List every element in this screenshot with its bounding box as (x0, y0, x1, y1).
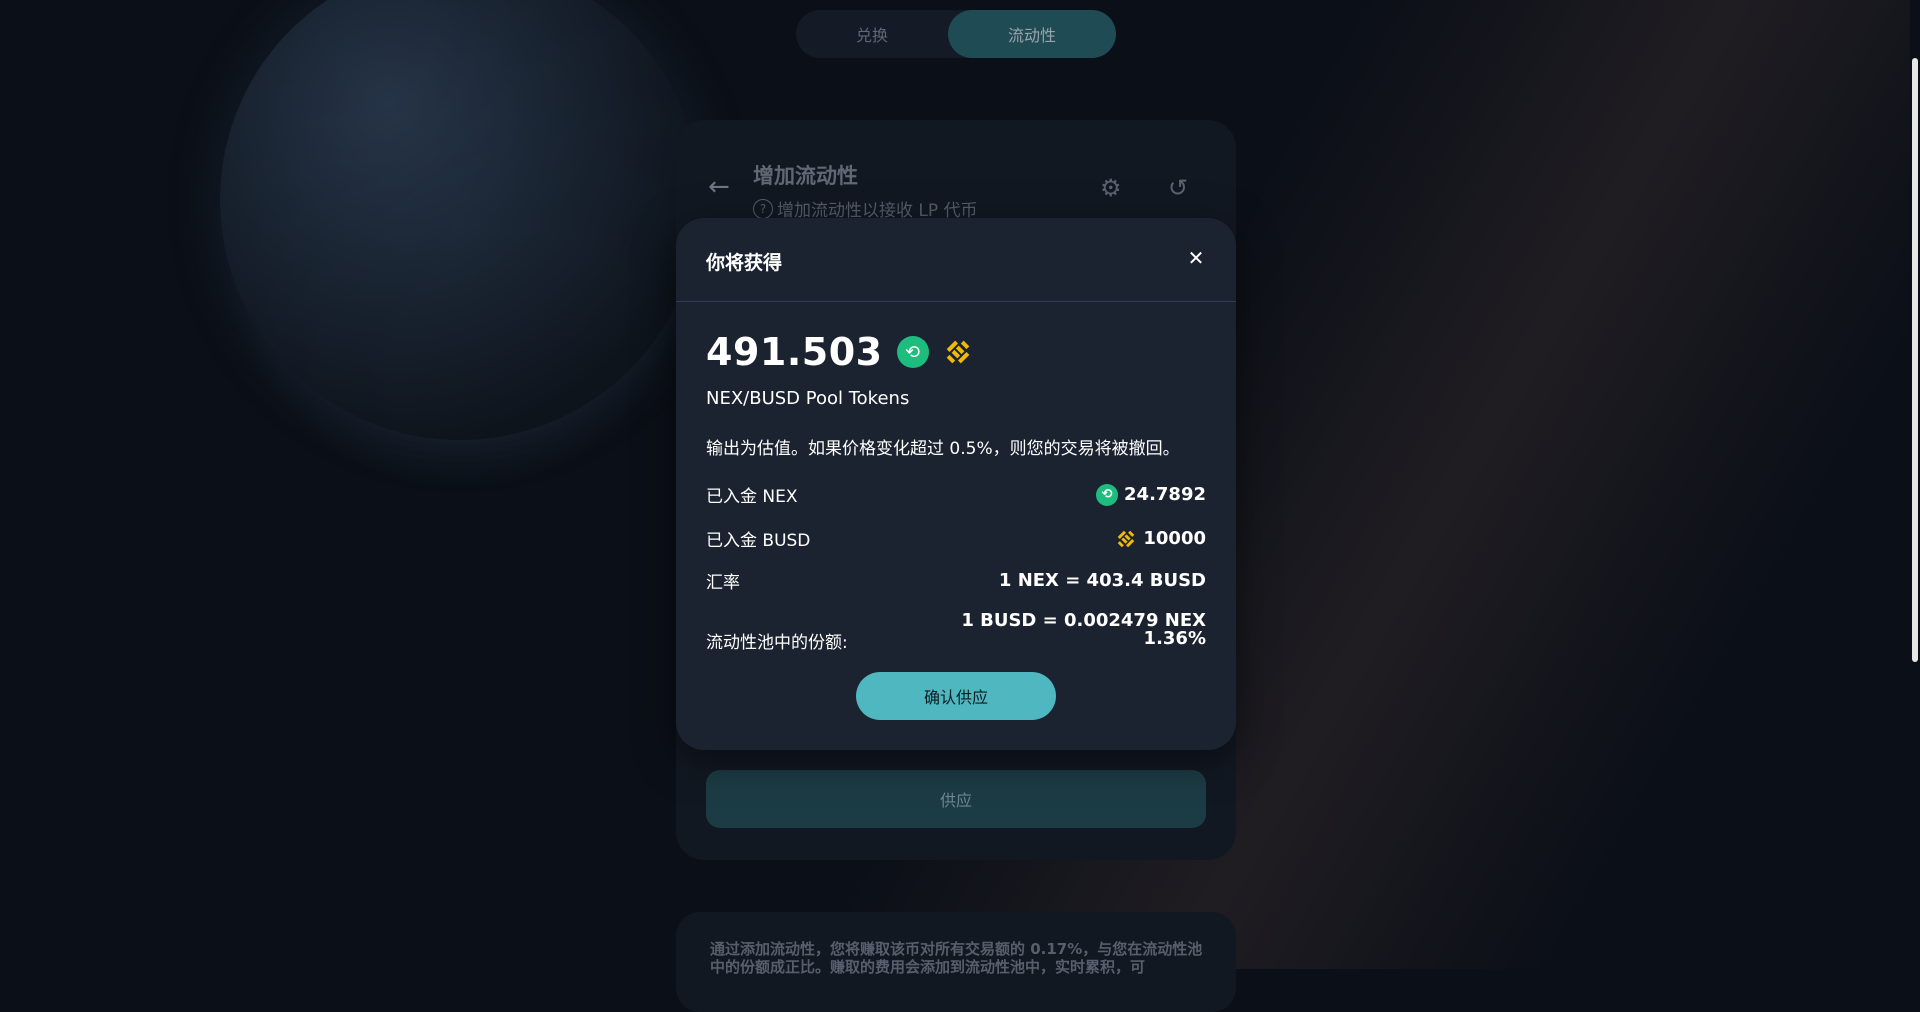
deposited-nex-row: 已入金 NEX ⟲ 24.7892 (706, 482, 1206, 507)
tab-swap[interactable]: 兑换 (796, 10, 948, 58)
confirm-supply-modal: 你将获得 ✕ 491.503 ⟲ NEX/BUSD Pool Tokens 输出… (676, 218, 1236, 750)
liquidity-info-card: 通过添加流动性，您将赚取该币对所有交易额的 0.17%，与您在流动性池中的份额成… (676, 912, 1236, 1012)
deposited-busd-label: 已入金 BUSD (706, 526, 810, 551)
supply-button[interactable]: 供应 (706, 770, 1206, 828)
lp-amount: 491.503 (706, 330, 883, 374)
scrollbar-thumb[interactable] (1912, 58, 1918, 662)
deposited-nex-value: ⟲ 24.7892 (1096, 484, 1206, 506)
busd-token-icon (1115, 528, 1137, 550)
busd-token-icon (943, 337, 973, 367)
history-icon[interactable]: ↺ (1168, 174, 1188, 202)
close-icon[interactable]: ✕ (1184, 246, 1208, 270)
deposited-nex-label: 已入金 NEX (706, 482, 798, 507)
confirm-supply-button[interactable]: 确认供应 (856, 672, 1056, 720)
modal-title: 你将获得 (706, 248, 782, 275)
pool-share-label: 流动性池中的份额: (706, 628, 848, 653)
rate-row: 汇率 1 NEX = 403.4 BUSD (706, 568, 1206, 593)
tab-liquidity[interactable]: 流动性 (948, 10, 1116, 58)
deposited-busd-row: 已入金 BUSD 10000 (706, 526, 1206, 551)
rate-value: 1 NEX = 403.4 BUSD (999, 570, 1206, 591)
modal-header: 你将获得 ✕ (676, 218, 1236, 302)
liquidity-info-text: 通过添加流动性，您将赚取该币对所有交易额的 0.17%，与您在流动性池中的份额成… (710, 940, 1204, 976)
gear-icon[interactable]: ⚙ (1100, 174, 1122, 202)
deposited-busd-value: 10000 (1115, 528, 1206, 550)
question-circle-icon[interactable]: ? (753, 199, 773, 219)
deposited-busd-amount: 10000 (1143, 528, 1206, 549)
scrollbar[interactable] (1910, 0, 1920, 969)
pool-share-value: 1.36% (1144, 628, 1206, 649)
pool-tokens-label: NEX/BUSD Pool Tokens (706, 388, 909, 409)
back-arrow-icon[interactable]: ← (708, 172, 730, 202)
swap-liquidity-toggle: 兑换 流动性 (796, 10, 1116, 58)
lp-amount-row: 491.503 ⟲ (706, 330, 973, 374)
nex-token-icon: ⟲ (1096, 484, 1118, 506)
pool-share-row: 1 BUSD = 0.002479 NEX 流动性池中的份额: 1.36% (706, 610, 1206, 650)
deposited-nex-amount: 24.7892 (1124, 484, 1206, 505)
estimate-notice: 输出为估值。如果价格变化超过 0.5%，则您的交易将被撤回。 (706, 434, 1180, 459)
rate-label: 汇率 (706, 568, 740, 593)
page-title: 增加流动性 (753, 160, 858, 190)
nex-token-icon: ⟲ (897, 336, 929, 368)
